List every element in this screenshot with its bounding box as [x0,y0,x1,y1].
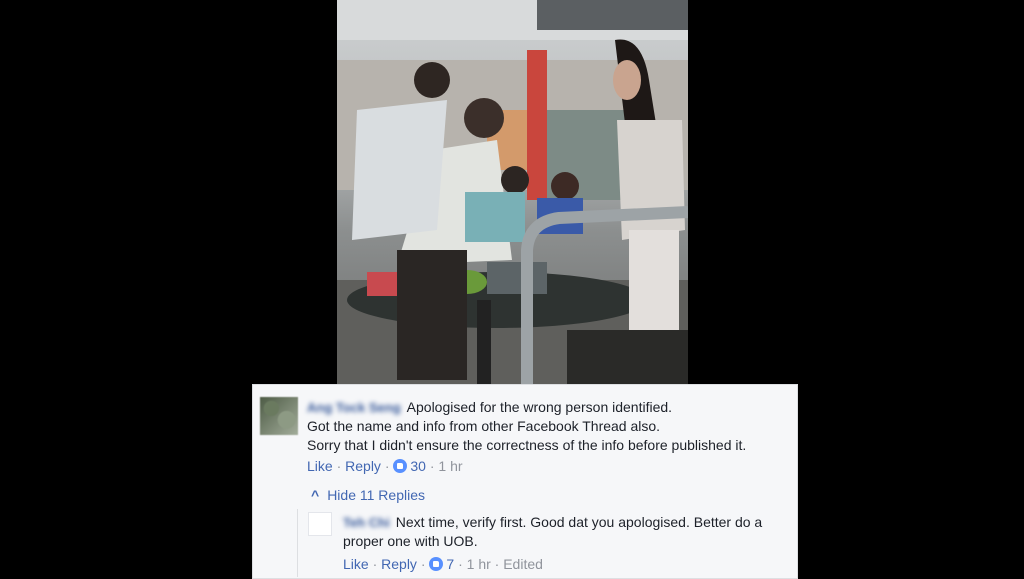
comment-body: Ang Tock Seng Apologised for the wrong pe… [307,398,787,455]
reaction-count[interactable]: 30 [410,458,426,474]
reply-reply-link[interactable]: Reply [381,556,417,572]
reply-link[interactable]: Reply [345,458,381,474]
comment-line-1: Apologised for the wrong person identifi… [406,399,673,415]
hide-replies-button[interactable]: ^ Hide 11 Replies [311,487,425,503]
reply-time[interactable]: 1 hr [467,556,491,572]
reply-avatar[interactable] [308,512,332,536]
comment-line-2: Got the name and info from other Faceboo… [307,418,661,434]
comments-panel: Ang Tock Seng Apologised for the wrong pe… [252,384,798,579]
reply-like-link[interactable]: Like [343,556,369,572]
reply-reaction-count[interactable]: 7 [446,556,454,572]
comment-time[interactable]: 1 hr [438,458,462,474]
commenter-name[interactable]: Ang Tock Seng [307,398,401,417]
reply-author-name[interactable]: Teh Chi [343,513,390,532]
comment-line-3: Sorry that I didn't ensure the correctne… [307,437,747,453]
reply-body: Teh Chi Next time, verify first. Good dat… [343,513,793,551]
reply-thread-line [297,509,298,577]
commenter-avatar[interactable] [260,397,298,435]
chevron-up-icon: ^ [311,487,320,503]
comment-actions: Like · Reply · 30 · 1 hr [307,458,463,474]
like-link[interactable]: Like [307,458,333,474]
video-scene [337,0,688,384]
video-frame[interactable] [337,0,688,384]
hide-replies-label: Hide 11 Replies [327,487,425,503]
like-icon [393,459,408,473]
reply-actions: Like · Reply · 7 · 1 hr · Edited [343,556,543,572]
reply-text: Next time, verify first. Good dat you ap… [343,514,763,549]
reply-like-icon [429,557,444,571]
reply-edited[interactable]: Edited [503,556,543,572]
